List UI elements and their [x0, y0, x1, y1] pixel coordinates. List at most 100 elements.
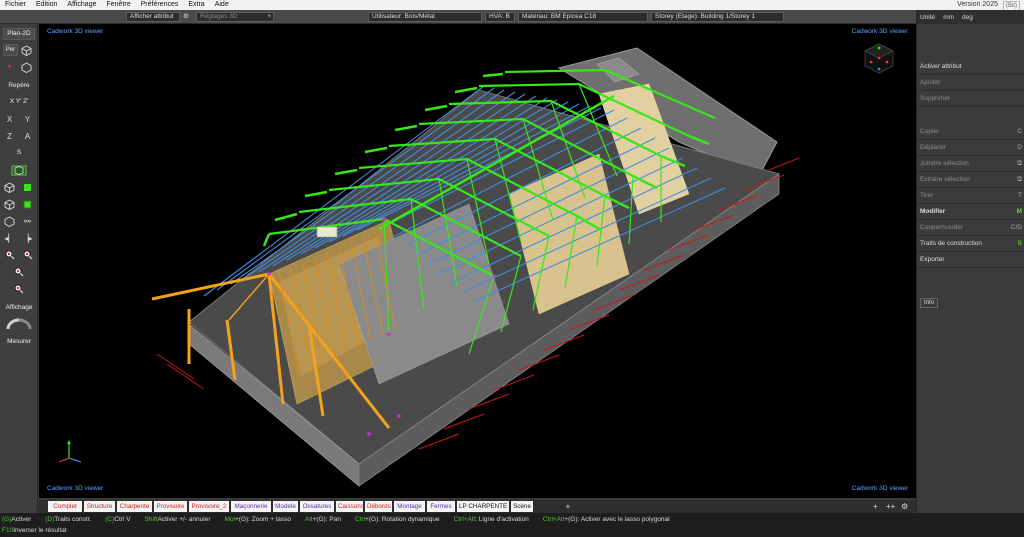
status-key: Ctrl+Alt	[542, 516, 565, 523]
cube-wire-icon[interactable]	[20, 61, 33, 73]
cube-view-icon[interactable]	[20, 44, 33, 56]
axis-x-button[interactable]: X	[3, 113, 16, 125]
layer-tab[interactable]: Scène	[511, 501, 533, 512]
wire-cube-icon[interactable]	[3, 181, 16, 193]
status-text: Traits constr.	[54, 516, 92, 523]
stair-detail	[316, 226, 338, 238]
viewer-label-top-left: Cadwork 3D viewer	[47, 28, 104, 35]
layer-tab[interactable]: Charpente	[117, 501, 152, 512]
tabbar-add-all-icon[interactable]: ++	[886, 500, 895, 513]
layer-tab[interactable]: Modele	[273, 501, 298, 512]
cube-outline-icon[interactable]	[3, 198, 16, 210]
layer-tab[interactable]: Ossatures	[300, 501, 334, 512]
axis-s-button[interactable]: S	[0, 149, 38, 156]
left-tool-panel: Plan-2D Per ● Repère X Y' Z' X Y Z A S ⚯…	[0, 24, 38, 513]
modify-item[interactable]: Modifier M	[917, 205, 1024, 220]
perspective-button[interactable]: Per	[3, 44, 18, 56]
link-icon[interactable]: ⚯	[21, 215, 34, 227]
delete-item[interactable]: Supprimer	[917, 92, 1024, 107]
display-gauge-icon[interactable]	[5, 317, 33, 331]
add-item[interactable]: Ajouter	[917, 76, 1024, 91]
layer-tab[interactable]: LP CHARPENTE	[457, 501, 509, 512]
join-selection-item[interactable]: Joindre sélection ⧉	[917, 157, 1024, 172]
status-text: +(G): Zoom + lasso	[234, 516, 291, 523]
layer-tab[interactable]: Maçonnerie	[231, 501, 271, 512]
chevron-down-icon: ▾	[267, 13, 271, 20]
layer-tab[interactable]: Montage	[394, 501, 425, 512]
layer-tab[interactable]: Débords	[365, 501, 392, 512]
axis-a-button[interactable]: A	[21, 130, 34, 142]
mesurer-label[interactable]: Mesurer	[0, 338, 38, 345]
tabbar-settings-icon[interactable]: ⚙	[901, 500, 908, 513]
previous-view-icon[interactable]: ◂▏	[3, 232, 16, 244]
show-attribute-button[interactable]: Afficher attribut	[126, 12, 180, 22]
zoom-all-icon[interactable]	[12, 283, 25, 295]
menu-affichage[interactable]: Affichage	[62, 0, 101, 10]
add-tab-icon[interactable]: +	[563, 501, 573, 512]
zoom-in-icon[interactable]	[3, 249, 16, 261]
building-model-render	[58, 43, 894, 487]
storey-field[interactable]: Storey (Etage): Building 1/Storey 1	[651, 12, 784, 22]
menu-edition[interactable]: Edition	[31, 0, 62, 10]
layer-tab[interactable]: Provisoire_2	[189, 501, 229, 512]
units-bar: Unité mm deg	[917, 10, 1024, 24]
status-key: Ctrl	[354, 516, 366, 523]
menu-bar: Fichier Edition Affichage Fenêtre Préfér…	[0, 0, 1024, 11]
construction-lines-item[interactable]: Traits de construction B	[917, 237, 1024, 252]
settings-3d-select[interactable]: Réglages 3D ▾	[196, 12, 274, 22]
green-cube-icon[interactable]	[10, 164, 28, 176]
layer-tab[interactable]: Caissons	[336, 501, 364, 512]
units-length[interactable]: mm	[943, 14, 954, 21]
axis-xyz-button[interactable]: X Y' Z'	[0, 98, 38, 105]
status-key: F10	[2, 527, 14, 534]
zoom-window-icon[interactable]	[12, 266, 25, 278]
axis-y-button[interactable]: Y	[21, 113, 34, 125]
cut-weld-item[interactable]: Couper/souder C/D	[917, 221, 1024, 236]
repere-label[interactable]: Repère	[0, 82, 38, 89]
axis-z-button[interactable]: Z	[3, 130, 16, 142]
units-angle[interactable]: deg	[962, 14, 973, 21]
status-text: Activer	[11, 516, 32, 523]
menu-preferences[interactable]: Préférences	[136, 0, 184, 10]
menu-fichier[interactable]: Fichier	[0, 0, 31, 10]
next-view-icon[interactable]: ▕▸	[21, 232, 34, 244]
status-key: Ctrl+Alt	[453, 516, 476, 523]
copy-item[interactable]: Copier C	[917, 125, 1024, 140]
zoom-out-icon[interactable]	[21, 249, 34, 261]
green-block-icon[interactable]	[21, 198, 34, 210]
export-item[interactable]: Exporter	[917, 253, 1024, 268]
affichage-label[interactable]: Affichage	[0, 304, 38, 311]
3d-viewport[interactable]: Cadwork 3D viewer Cadwork 3D viewer Cadw…	[39, 24, 916, 498]
settings-3d-label: Réglages 3D	[200, 13, 238, 20]
view-cube[interactable]	[864, 43, 894, 74]
status-text: +(G): Rotation dynamique	[365, 516, 440, 523]
layer-tab[interactable]: Provisoire	[154, 501, 187, 512]
activate-attribute-item[interactable]: Activer attribut	[917, 60, 1024, 75]
layer-tab[interactable]: Structure	[84, 501, 115, 512]
pull-item[interactable]: Tirer T	[917, 189, 1024, 204]
join-icon: ⧉	[1017, 160, 1022, 167]
status-text: : Ligne d'activation	[475, 516, 529, 523]
status-key: (G)	[2, 516, 12, 523]
cube-hidden-icon[interactable]	[3, 215, 16, 227]
status-key: Mol	[224, 516, 235, 523]
info-tab[interactable]: Info	[920, 298, 938, 308]
cut-weld-shortcut: C/D	[1010, 224, 1022, 231]
extract-selection-item[interactable]: Extraire sélection ⧉	[917, 173, 1024, 188]
status-text: Activer +/- annuler	[157, 516, 211, 523]
menu-extra[interactable]: Extra	[183, 0, 209, 10]
settings-3d-icon[interactable]: ⚙	[183, 12, 189, 22]
plan-2d-button[interactable]: Plan-2D	[3, 28, 35, 40]
material-field[interactable]: Matériau: BM Epicea C18	[518, 12, 648, 22]
solid-green-cube-icon[interactable]	[21, 181, 34, 193]
move-item[interactable]: Déplacer D	[917, 141, 1024, 156]
tabbar-add-icon[interactable]: +	[873, 500, 878, 513]
hva-field[interactable]: HVA: B	[485, 12, 515, 22]
move-shortcut: D	[1017, 144, 1022, 151]
camera-red-icon[interactable]: ●	[3, 61, 16, 73]
menu-fenetre[interactable]: Fenêtre	[101, 0, 135, 10]
layer-tab[interactable]: Complet	[48, 501, 82, 512]
layer-tab[interactable]: Fermes	[427, 501, 455, 512]
menu-aide[interactable]: Aide	[210, 0, 234, 10]
user-field[interactable]: Utilisateur: Bois/Métal	[368, 12, 482, 22]
